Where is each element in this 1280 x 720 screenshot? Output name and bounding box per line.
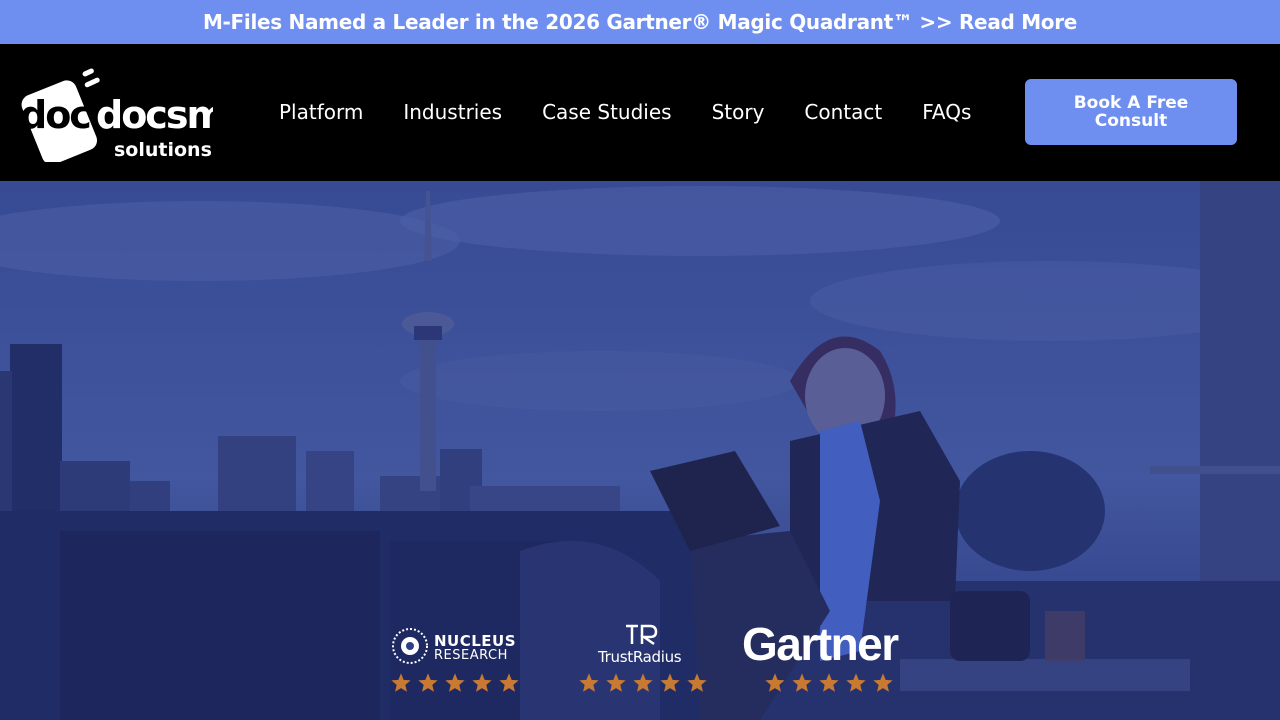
book-consult-button[interactable]: Book A Free Consult — [1025, 79, 1237, 145]
star-icon — [472, 673, 492, 692]
star-icon — [792, 673, 812, 692]
trustradius-icon — [626, 624, 658, 646]
trustradius-stars — [578, 672, 713, 694]
docsmart-logo[interactable]: doc docsmart solutions — [18, 66, 213, 162]
nucleus-research-icon — [392, 628, 428, 664]
nucleus-research-badge: NUCLEUS RESEARCH — [390, 626, 525, 668]
nav-faqs[interactable]: FAQs — [922, 100, 971, 124]
nav-case-studies[interactable]: Case Studies — [542, 100, 672, 124]
nav-industries[interactable]: Industries — [403, 100, 502, 124]
star-icon — [418, 673, 438, 692]
nucleus-stars — [390, 672, 525, 694]
svg-text:doc: doc — [20, 93, 90, 137]
star-icon — [633, 673, 653, 692]
nav-story[interactable]: Story — [712, 100, 765, 124]
trustradius-wordmark: TrustRadius — [598, 648, 682, 666]
star-icon — [579, 673, 599, 692]
star-icon — [819, 673, 839, 692]
star-icon — [765, 673, 785, 692]
trustradius-badge: TrustRadius — [598, 624, 698, 668]
site-header: doc docsmart solutions Platform Industri… — [0, 44, 1280, 181]
star-icon — [660, 673, 680, 692]
hero-section: NUCLEUS RESEARCH TrustRadius Gartner — [0, 181, 1280, 720]
star-icon — [846, 673, 866, 692]
star-icon — [606, 673, 626, 692]
star-icon — [873, 673, 893, 692]
announcement-link[interactable]: M-Files Named a Leader in the 2026 Gartn… — [203, 10, 1077, 34]
logo-wordmark: docsmart — [96, 93, 213, 137]
ratings-row: NUCLEUS RESEARCH TrustRadius Gartner — [0, 181, 1280, 720]
star-icon — [391, 673, 411, 692]
star-icon — [687, 673, 707, 692]
gartner-stars — [764, 672, 899, 694]
main-nav: Platform Industries Case Studies Story C… — [279, 100, 971, 124]
gartner-badge: Gartner — [742, 617, 912, 670]
nucleus-subtitle: RESEARCH — [434, 648, 508, 663]
star-icon — [445, 673, 465, 692]
logo-subtitle: solutions — [114, 139, 212, 161]
star-icon — [499, 673, 519, 692]
announcement-bar: M-Files Named a Leader in the 2026 Gartn… — [0, 0, 1280, 44]
gartner-wordmark: Gartner — [742, 618, 899, 670]
nav-contact[interactable]: Contact — [804, 100, 882, 124]
nav-platform[interactable]: Platform — [279, 100, 363, 124]
